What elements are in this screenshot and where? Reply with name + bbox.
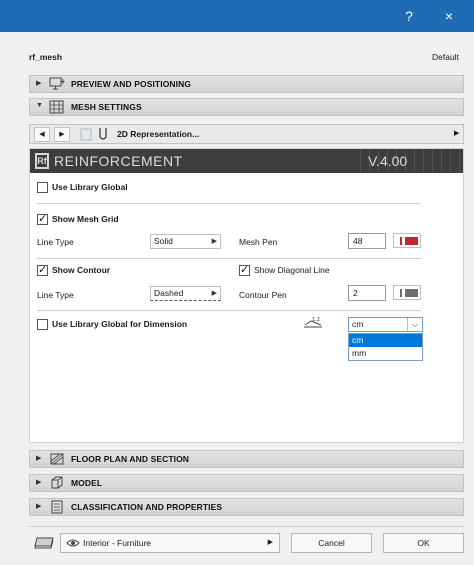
pen-color-swatch [405,289,418,297]
chevron-right-icon: ▶ [36,503,42,510]
previous-page-button[interactable]: ◀ [34,127,50,142]
mesh-line-type-label: Line Type [37,237,74,247]
layer-name: Interior - Furniture [83,538,152,548]
reinforcement-banner: Rf REINFORCEMENT V.4.00 [30,149,463,173]
page-navigation-bar: ◀ ▶ 2D Representation... ▶ [29,124,464,144]
section-mesh-settings[interactable]: ▼ MESH SETTINGS [29,98,464,116]
pen-color-swatch [405,237,418,245]
section-label: PREVIEW AND POSITIONING [71,79,192,89]
classification-icon [51,500,63,514]
next-page-button[interactable]: ▶ [54,127,70,142]
pen-weight-bar [400,289,402,297]
panel-version: V.4.00 [368,153,408,169]
mesh-pen-color-picker[interactable] [393,233,421,248]
mesh-line-type-value: Solid [154,236,173,246]
show-mesh-grid-checkbox[interactable] [37,212,48,225]
divider [37,258,421,259]
show-diagonal-line-label: Show Diagonal Line [254,265,330,275]
chevron-right-icon: ▶ [36,479,42,486]
unit-select-value: cm [352,319,364,329]
mesh-line-type-dropdown[interactable]: Solid ▶ [150,234,221,249]
representation-icon [99,128,107,140]
show-contour-checkbox[interactable] [37,263,48,276]
section-classification-and-properties[interactable]: ▶ CLASSIFICATION AND PROPERTIES [29,498,464,516]
use-library-global-dimension-checkbox[interactable] [37,319,48,330]
section-label: FLOOR PLAN AND SECTION [71,454,190,464]
help-button[interactable]: ? [392,0,426,32]
section-preview-and-positioning[interactable]: ▶ PREVIEW AND POSITIONING [29,75,464,93]
section-label: CLASSIFICATION AND PROPERTIES [71,502,223,512]
unit-dropdown-list: cm mm [348,333,423,361]
use-library-global-dimension-label: Use Library Global for Dimension [52,319,188,329]
caret-right-icon: ▶ [267,539,273,546]
footer-divider [29,526,464,527]
contour-pen-label: Contour Pen [239,290,287,300]
show-diagonal-line-checkbox[interactable] [239,263,250,276]
preview-icon [49,77,65,90]
use-library-global-checkbox[interactable] [37,182,48,193]
pen-weight-bar [400,237,402,245]
panel-title: REINFORCEMENT [54,153,183,169]
close-button[interactable]: × [432,0,466,32]
title-bar: ? × [0,0,474,32]
contour-pen-field[interactable]: 2 [348,285,386,301]
chevron-right-icon: ▶ [36,80,42,87]
section-floor-plan-and-section[interactable]: ▶ FLOOR PLAN AND SECTION [29,450,464,468]
page-title[interactable]: 2D Representation... [117,129,199,139]
layer-stack-icon [34,537,54,549]
mesh-pen-field[interactable]: 48 [348,233,386,249]
dimension-unit-select[interactable]: cm ⌵ [348,317,423,332]
dimension-icon: 1.2 [304,317,322,328]
model-icon [51,476,63,489]
floor-plan-icon [50,453,64,465]
mesh-settings-icon [49,100,64,114]
contour-line-type-dropdown[interactable]: Dashed ▶ [150,286,221,301]
chevron-right-icon: ▶ [36,455,42,462]
page-icon [80,128,92,141]
divider [37,310,421,311]
use-library-global-label: Use Library Global [52,182,128,192]
caret-right-icon: ▶ [211,238,217,245]
contour-line-type-label: Line Type [37,290,74,300]
layer-select-button[interactable]: Interior - Furniture ▶ [60,533,280,553]
divider [37,203,421,204]
contour-line-type-value: Dashed [154,288,184,298]
mesh-pen-label: Mesh Pen [239,237,278,247]
show-mesh-grid-label: Show Mesh Grid [52,214,119,224]
chevron-down-icon[interactable]: ⌵ [407,318,422,331]
contour-pen-color-picker[interactable] [393,285,421,300]
reinforcement-logo: Rf [35,153,49,169]
eye-icon [66,539,80,547]
unit-option-cm[interactable]: cm [349,334,422,347]
section-label: MODEL [71,478,103,488]
default-label: Default [432,52,459,62]
show-contour-label: Show Contour [52,265,111,275]
caret-right-icon: ▶ [211,290,217,297]
section-model[interactable]: ▶ MODEL [29,474,464,492]
section-label: MESH SETTINGS [71,102,142,112]
settings-dialog: rf_mesh Default ▶ PREVIEW AND POSITIONIN… [0,32,474,565]
svg-text:1.2: 1.2 [312,317,320,323]
page-menu-arrow-icon[interactable]: ▶ [454,129,459,137]
chevron-down-icon: ▼ [36,102,43,109]
ok-button[interactable]: OK [383,533,464,553]
cancel-button[interactable]: Cancel [291,533,372,553]
unit-option-mm[interactable]: mm [349,347,422,360]
object-name: rf_mesh [29,52,63,62]
